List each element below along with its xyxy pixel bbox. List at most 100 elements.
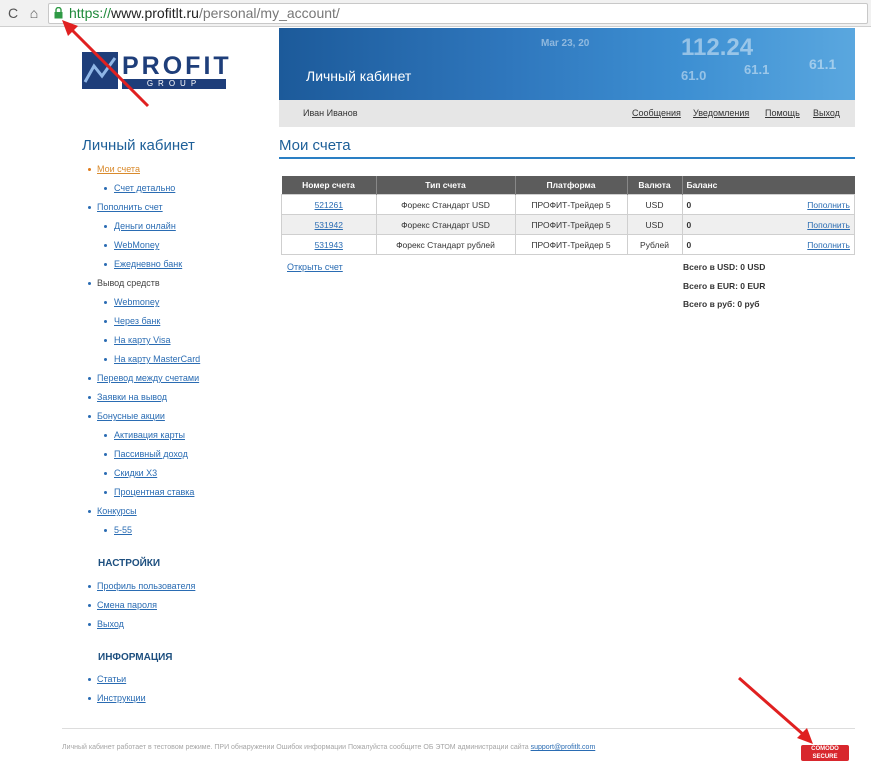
account-balance: 0 (681, 214, 757, 235)
sidebar-item-mastercard[interactable]: На карту MasterCard (114, 353, 200, 365)
bullet-icon (104, 472, 107, 475)
bullet-icon (88, 510, 91, 513)
sidebar-item-dengi-online[interactable]: Деньги онлайн (114, 220, 176, 232)
sidebar-item-account-detail[interactable]: Счет детально (114, 182, 175, 194)
bullet-icon (104, 491, 107, 494)
annotation-arrow-icon (738, 676, 813, 744)
table-row: 531942 Форекс Стандарт USD ПРОФИТ-Трейде… (281, 214, 855, 235)
account-platform: ПРОФИТ-Трейдер 5 (514, 194, 628, 215)
sidebar-item-articles[interactable]: Статьи (97, 673, 126, 685)
account-type: Форекс Стандарт рублей (375, 234, 516, 255)
account-currency: USD (626, 194, 683, 215)
sidebar-item-interest-rate[interactable]: Процентная ставка (114, 486, 194, 498)
sidebar-item-my-accounts[interactable]: Мои счета (97, 163, 140, 175)
bullet-icon (88, 282, 91, 285)
reload-icon[interactable]: C (4, 4, 22, 22)
sidebar-item-deposit[interactable]: Пополнить счет (97, 201, 163, 213)
deposit-link[interactable]: Пополнить (807, 240, 850, 250)
sidebar-item-change-password[interactable]: Смена пароля (97, 599, 157, 611)
column-header: Номер счета (281, 176, 377, 195)
help-link[interactable]: Помощь (765, 108, 800, 118)
bullet-icon (104, 320, 107, 323)
sidebar-item-webmoney-deposit[interactable]: WebMoney (114, 239, 159, 251)
bullet-icon (104, 434, 107, 437)
sidebar-item-exit[interactable]: Выход (97, 618, 124, 630)
account-number-link[interactable]: 531942 (281, 214, 377, 235)
deposit-cell: Пополнить (756, 214, 855, 235)
deposit-link[interactable]: Пополнить (807, 200, 850, 210)
sidebar-item-withdraw-requests[interactable]: Заявки на вывод (97, 391, 167, 403)
messages-link[interactable]: Сообщения (632, 108, 681, 118)
ticker-value: 61.1 (744, 62, 770, 77)
column-header: Тип счета (376, 176, 516, 195)
user-name: Иван Иванов (303, 108, 358, 118)
badge-top-text: COMODO (811, 746, 839, 752)
sidebar-item-discounts[interactable]: Скидки Х3 (114, 467, 157, 479)
footer-text: Личный кабинет работает в тестовом режим… (62, 744, 595, 751)
url-path: /personal/my_account/ (198, 5, 340, 21)
column-header: Платформа (515, 176, 628, 195)
page-title: Мои счета (279, 137, 351, 154)
settings-title: НАСТРОЙКИ (98, 558, 161, 569)
account-number[interactable]: 531943 (315, 240, 343, 250)
account-number[interactable]: 531942 (315, 220, 343, 230)
support-email-link[interactable]: support@profitlt.com (531, 744, 596, 751)
bullet-icon (88, 604, 91, 607)
bullet-icon (88, 697, 91, 700)
address-bar[interactable]: https://www.profitlt.ru/personal/my_acco… (48, 3, 868, 24)
account-number[interactable]: 521261 (315, 200, 343, 210)
deposit-cell: Пополнить (756, 194, 855, 215)
total-rub: Всего в руб: 0 руб (683, 299, 760, 309)
sidebar-item-daily-bank[interactable]: Ежедневно банк (114, 258, 182, 270)
sidebar-item-webmoney-withdraw[interactable]: Webmoney (114, 296, 159, 308)
deposit-link[interactable]: Пополнить (807, 220, 850, 230)
bullet-icon (104, 225, 107, 228)
bullet-icon (104, 453, 107, 456)
sidebar-item-instructions[interactable]: Инструкции (97, 692, 146, 704)
ticker-date: Mar 23, 20 (541, 38, 590, 49)
banner-title: Личный кабинет (306, 68, 412, 84)
bullet-icon (88, 168, 91, 171)
sidebar-item-withdraw[interactable]: Вывод средств (97, 277, 160, 289)
sidebar-item-passive-income[interactable]: Пассивный доход (114, 448, 188, 460)
bullet-icon (104, 187, 107, 190)
bullet-icon (88, 678, 91, 681)
total-usd: Всего в USD: 0 USD (683, 262, 766, 272)
sidebar-item-via-bank[interactable]: Через банк (114, 315, 160, 327)
sidebar-item-card-activation[interactable]: Активация карты (114, 429, 185, 441)
bullet-icon (88, 377, 91, 380)
account-platform: ПРОФИТ-Трейдер 5 (514, 234, 628, 255)
sidebar-item-contests[interactable]: Конкурсы (97, 505, 137, 517)
bullet-icon (104, 301, 107, 304)
comodo-secure-badge[interactable]: COMODO SECURE (801, 745, 849, 761)
ticker-value: 61.1 (809, 56, 837, 72)
bullet-icon (104, 529, 107, 532)
account-balance: 0 (681, 194, 757, 215)
title-divider (279, 157, 855, 159)
sidebar-item-5-55[interactable]: 5-55 (114, 524, 132, 536)
account-number-link[interactable]: 531943 (281, 234, 377, 255)
sidebar-item-transfer[interactable]: Перевод между счетами (97, 372, 199, 384)
open-account-link[interactable]: Открыть счет (287, 262, 343, 272)
account-currency: Рублей (626, 234, 683, 255)
account-balance: 0 (681, 234, 757, 255)
ticker-value: 112.24 (681, 34, 754, 61)
table-row: 521261 Форекс Стандарт USD ПРОФИТ-Трейде… (281, 194, 855, 215)
notifications-link[interactable]: Уведомления (693, 108, 749, 118)
info-title: ИНФОРМАЦИЯ (98, 652, 173, 663)
bullet-icon (88, 396, 91, 399)
home-icon[interactable]: ⌂ (25, 4, 43, 22)
annotation-arrow-icon (62, 20, 150, 108)
sidebar-item-bonus[interactable]: Бонусные акции (97, 410, 165, 422)
column-header-empty (756, 176, 855, 195)
column-header: Валюта (627, 176, 683, 195)
account-number-link[interactable]: 521261 (281, 194, 377, 215)
account-type: Форекс Стандарт USD (375, 194, 516, 215)
accounts-table: Номер счета Тип счета Платформа Валюта Б… (281, 176, 855, 255)
sidebar-item-visa[interactable]: На карту Visa (114, 334, 171, 346)
bullet-icon (104, 244, 107, 247)
column-header: Баланс (682, 176, 757, 195)
sidebar-item-profile[interactable]: Профиль пользователя (97, 580, 195, 592)
logout-link[interactable]: Выход (813, 108, 840, 118)
footer-note: Личный кабинет работает в тестовом режим… (62, 744, 529, 751)
